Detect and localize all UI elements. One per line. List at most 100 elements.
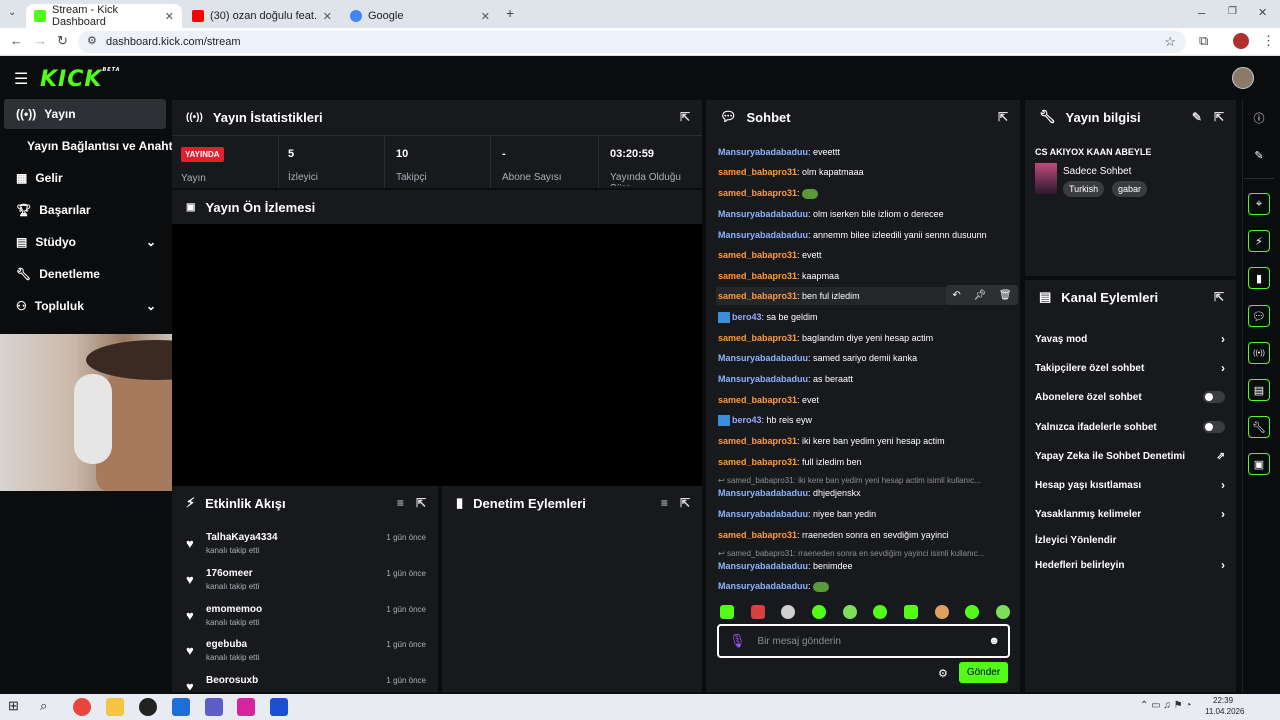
- chat-username[interactable]: samed_babapro31: [718, 167, 797, 177]
- chat-username[interactable]: Mansuryabadabaduu: [718, 581, 808, 591]
- chat-username[interactable]: samed_babapro31: [718, 291, 797, 301]
- popout-icon[interactable]: ⇱: [416, 496, 426, 510]
- close-tab-icon[interactable]: ✕: [323, 10, 332, 23]
- chat-username[interactable]: Mansuryabadabaduu: [718, 488, 808, 498]
- chat-username[interactable]: Mansuryabadabaduu: [718, 230, 808, 240]
- chat-username[interactable]: samed_babapro31: [718, 188, 797, 198]
- popout-icon[interactable]: ⇱: [1214, 290, 1224, 304]
- monkey-emote-icon[interactable]: [934, 605, 949, 619]
- mod-log-icon[interactable]: ▮: [1248, 267, 1270, 289]
- browser-menu-icon[interactable]: ⋮: [1262, 33, 1275, 49]
- wrench-icon[interactable]: 🔧︎: [1248, 416, 1270, 438]
- popout-icon[interactable]: ⇱: [680, 110, 690, 124]
- popout-icon[interactable]: ⇱: [680, 496, 690, 510]
- obs-app-icon[interactable]: [139, 698, 157, 716]
- event-user[interactable]: TalhaKaya4334: [206, 532, 278, 543]
- profile-avatar[interactable]: [1233, 33, 1249, 49]
- edit-pencil-icon[interactable]: ✎: [1248, 144, 1270, 166]
- popout-icon[interactable]: ⇱: [998, 110, 1008, 124]
- bolt-icon[interactable]: ⚡︎: [1248, 230, 1270, 252]
- event-user[interactable]: emomemoo: [206, 604, 262, 615]
- tray-icons[interactable]: ⌃ ▭ ♫ ⚑ ◔: [1140, 700, 1191, 711]
- hamburger-menu-icon[interactable]: ☰: [14, 69, 28, 89]
- tab-search-icon[interactable]: ⌄: [8, 7, 16, 18]
- action-banned-words[interactable]: Yasaklanmış kelimeler ›: [1035, 507, 1225, 521]
- back-icon[interactable]: ←: [10, 33, 23, 48]
- stream-preview-video[interactable]: [172, 224, 702, 486]
- sidebar-item-studyo[interactable]: ▤ Stüdyo ⌄: [4, 227, 166, 257]
- chat-username[interactable]: Mansuryabadabaduu: [718, 147, 808, 157]
- reload-icon[interactable]: ↻: [57, 33, 68, 49]
- chat-username[interactable]: samed_babapro31: [718, 333, 797, 343]
- address-bar[interactable]: ⚙ dashboard.kick.com/stream ☆: [78, 31, 1186, 53]
- tab-google[interactable]: Google ✕: [342, 4, 498, 28]
- filter-icon[interactable]: ≡: [397, 496, 404, 510]
- close-tab-icon[interactable]: ✕: [481, 10, 490, 23]
- sidebar-item-basarilar[interactable]: 🏆︎ Başarılar: [4, 195, 166, 225]
- close-tab-icon[interactable]: ✕: [165, 10, 174, 23]
- chat-username[interactable]: bero43: [732, 312, 762, 322]
- kick-logo[interactable]: KICKBETA: [40, 67, 121, 92]
- subscribers-only-toggle[interactable]: [1203, 391, 1225, 403]
- close-window-icon[interactable]: ✕: [1258, 6, 1267, 19]
- info-icon[interactable]: ⓘ: [1248, 107, 1270, 129]
- filter-icon[interactable]: ≡: [661, 496, 668, 510]
- maximize-icon[interactable]: ❐: [1228, 6, 1237, 17]
- chat-username[interactable]: samed_babapro31: [718, 457, 797, 467]
- kick-emote-icon[interactable]: [720, 605, 734, 619]
- event-user[interactable]: Beorosuxb: [206, 675, 258, 686]
- edit-pencil-icon[interactable]: ✎: [1192, 110, 1202, 124]
- action-slow-mode[interactable]: Yavaş mod ›: [1035, 332, 1225, 346]
- site-info-icon[interactable]: ⚙: [87, 34, 97, 47]
- microphone-icon[interactable]: 🎙︎: [729, 633, 746, 649]
- sidebar-item-yayin[interactable]: ((•)) Yayın: [4, 99, 166, 129]
- undo-icon[interactable]: ↶: [952, 290, 960, 301]
- action-raid[interactable]: İzleyici Yönlendir: [1035, 533, 1225, 547]
- forward-icon[interactable]: →: [34, 33, 47, 48]
- chat-username[interactable]: samed_babapro31: [718, 250, 797, 260]
- clock-date[interactable]: 11.04.2026: [1205, 707, 1244, 716]
- file-explorer-icon[interactable]: [106, 698, 124, 716]
- new-tab-icon[interactable]: +: [506, 5, 514, 21]
- tab-youtube[interactable]: (30) ozan doğulu feat. gülden & ✕: [184, 4, 340, 28]
- bookmark-star-icon[interactable]: ☆: [1164, 34, 1176, 50]
- action-goals[interactable]: Hedefleri belirleyin ›: [1035, 558, 1225, 572]
- channel-actions-icon[interactable]: ▤: [1248, 379, 1270, 401]
- chat-bubble-icon[interactable]: 💬︎: [1248, 305, 1270, 327]
- extensions-icon[interactable]: ⧉: [1199, 33, 1208, 49]
- chat-username[interactable]: bero43: [732, 415, 762, 425]
- angry-emote-icon[interactable]: [750, 605, 765, 619]
- teams-app-icon[interactable]: [205, 698, 223, 716]
- trash-icon[interactable]: 🗑︎: [999, 290, 1012, 301]
- sidebar-item-topluluk[interactable]: ⚇ Topluluk ⌄: [4, 291, 166, 321]
- popout-icon[interactable]: ⇱: [1214, 110, 1224, 124]
- chat-username[interactable]: Mansuryabadabaduu: [718, 353, 808, 363]
- minimize-icon[interactable]: –: [1198, 5, 1205, 20]
- chat-username[interactable]: samed_babapro31: [718, 530, 797, 540]
- chat-username[interactable]: samed_babapro31: [718, 436, 797, 446]
- pin-icon[interactable]: 📌︎: [973, 290, 986, 301]
- windows-start-icon[interactable]: ⊞: [8, 698, 26, 716]
- user-avatar[interactable]: [1232, 67, 1254, 89]
- grin-emote-icon[interactable]: [873, 605, 888, 619]
- tab-kick-dashboard[interactable]: Stream - Kick Dashboard ✕: [26, 4, 182, 28]
- send-button[interactable]: Gönder: [959, 662, 1008, 683]
- action-ai-moderation[interactable]: Yapay Zeka ile Sohbet Denetimi ⇗: [1035, 449, 1225, 463]
- app-icon[interactable]: [172, 698, 190, 716]
- chat-input[interactable]: 🎙︎ Bir mesaj gönderin ☻: [717, 624, 1010, 658]
- sick-emote-icon[interactable]: [995, 605, 1010, 619]
- emotes-only-toggle[interactable]: [1203, 421, 1225, 433]
- focus-icon[interactable]: ⌖: [1248, 193, 1270, 215]
- clock-time[interactable]: 22:39: [1213, 696, 1233, 705]
- app-icon[interactable]: [270, 698, 288, 716]
- wave-emote-icon[interactable]: [903, 605, 918, 619]
- chat-username[interactable]: Mansuryabadabaduu: [718, 561, 808, 571]
- event-user[interactable]: 176omeer: [206, 568, 253, 579]
- chat-settings-gear-icon[interactable]: ⚙: [938, 667, 948, 680]
- chat-username[interactable]: samed_babapro31: [718, 395, 797, 405]
- search-icon[interactable]: ⌕: [40, 698, 58, 716]
- instagram-app-icon[interactable]: [237, 698, 255, 716]
- chrome-app-icon[interactable]: [73, 698, 91, 716]
- stream-category[interactable]: Sadece Sohbet: [1063, 166, 1131, 177]
- event-user[interactable]: egebuba: [206, 639, 247, 650]
